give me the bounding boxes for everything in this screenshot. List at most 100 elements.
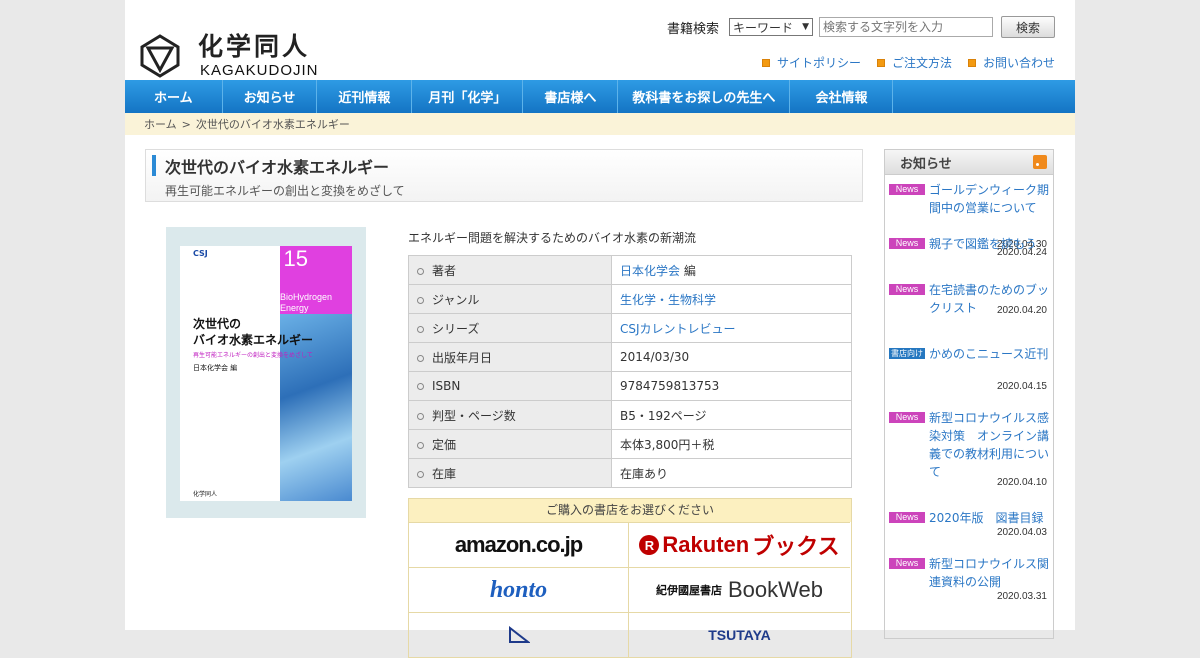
page-subtitle: 再生可能エネルギーの創出と変換をめざして xyxy=(165,184,405,198)
order-method-link[interactable]: ご注文方法 xyxy=(876,54,952,71)
nav-monthly-kagaku[interactable]: 月刊「化学」 xyxy=(412,80,524,113)
bullet-icon xyxy=(876,58,885,67)
news-tag: News xyxy=(889,512,925,523)
table-row: 在庫 在庫あり xyxy=(408,458,852,488)
news-list: News ゴールデンウィーク期間中の営業について 2020.04.30 News… xyxy=(885,175,1053,617)
list-item: News 2020年版 図書目録 2020.04.03 xyxy=(889,507,1053,553)
title-accent-bar xyxy=(152,155,156,176)
nav-company[interactable]: 会社情報 xyxy=(790,80,894,113)
page-title: 次世代のバイオ水素エネルギー xyxy=(165,158,390,177)
news-date: 2020.04.24 xyxy=(996,247,1047,258)
news-tag: News xyxy=(889,184,925,195)
cover-author: 日本化学会 編 xyxy=(193,364,238,372)
news-sidebar: お知らせ News ゴールデンウィーク期間中の営業について 2020.04.30… xyxy=(884,149,1054,639)
table-row: 出版年月日 2014/03/30 xyxy=(408,342,852,372)
nav-teachers[interactable]: 教科書をお探しの先生へ xyxy=(618,80,791,113)
search-input[interactable] xyxy=(819,17,993,37)
circle-bullet-icon xyxy=(417,470,424,478)
kinokuniya-logo: 紀伊國屋書店 BookWeb xyxy=(656,577,823,603)
table-row: 著者 日本化学会 編 xyxy=(408,255,852,285)
nav-upcoming[interactable]: 近刊情報 xyxy=(317,80,413,113)
store-logo-icon xyxy=(508,626,530,643)
news-date: 2020.03.31 xyxy=(996,591,1047,602)
breadcrumb-current: 次世代のバイオ水素エネルギー xyxy=(195,118,350,131)
logo-mark-icon xyxy=(140,34,180,78)
spec-key: ISBN xyxy=(432,379,461,393)
main-nav: ホーム お知らせ 近刊情報 月刊「化学」 書店様へ 教科書をお探しの先生へ 会社… xyxy=(125,80,1075,113)
circle-bullet-icon xyxy=(417,267,424,275)
store-rakuten[interactable]: R Rakuten ブックス xyxy=(629,522,850,567)
store-other[interactable] xyxy=(409,612,629,657)
news-date: 2020.04.10 xyxy=(996,477,1047,488)
rakuten-r-icon: R xyxy=(639,535,660,555)
genre-link[interactable]: 生化学・生物科学 xyxy=(620,293,716,307)
book-title-box: 次世代のバイオ水素エネルギー 再生可能エネルギーの創出と変換をめざして xyxy=(145,149,863,202)
cover-image: CSJ 15 BioHydrogen Energy 次世代の バイオ水素エネルギー… xyxy=(180,246,352,501)
circle-bullet-icon xyxy=(417,383,424,390)
bookweb-text: BookWeb xyxy=(728,577,823,602)
table-row: ISBN 9784759813753 xyxy=(408,371,852,401)
spec-key: 在庫 xyxy=(432,466,457,481)
series-link[interactable]: CSJカレントレビュー xyxy=(620,322,736,336)
circle-bullet-icon xyxy=(417,441,424,449)
table-row: 判型・ページ数 B5・192ページ xyxy=(408,400,852,430)
book-search: 書籍検索 キーワード ▼ 検索 xyxy=(667,16,1055,38)
news-date: 2020.04.15 xyxy=(996,381,1047,392)
spec-value: 2014/03/30 xyxy=(611,342,852,372)
site-policy-label: サイトポリシー xyxy=(776,56,861,70)
book-cover: CSJ 15 BioHydrogen Energy 次世代の バイオ水素エネルギー… xyxy=(166,227,366,518)
rakuten-logo: R Rakuten ブックス xyxy=(639,529,840,561)
list-item: 書店向け かめのこニュース近刊 2020.04.15 xyxy=(889,343,1053,407)
search-type-select[interactable]: キーワード ▼ xyxy=(729,18,813,36)
dropdown-arrow-icon: ▼ xyxy=(802,22,809,32)
utility-links: サイトポリシー ご注文方法 お問い合わせ xyxy=(761,54,1055,71)
spec-key: 出版年月日 xyxy=(432,350,493,365)
nav-home[interactable]: ホーム xyxy=(125,80,223,113)
site-logo[interactable]: 化学同人 KAGAKUDOJIN xyxy=(138,32,338,80)
contact-label: お問い合わせ xyxy=(982,56,1055,70)
store-tsutaya[interactable]: TSUTAYA xyxy=(629,612,850,657)
circle-bullet-icon xyxy=(417,412,424,420)
breadcrumb-home[interactable]: ホーム xyxy=(144,116,177,132)
news-link[interactable]: かめのこニュース近刊 xyxy=(929,345,1049,403)
honto-logo: honto xyxy=(489,576,548,603)
news-date: 2020.04.03 xyxy=(996,527,1047,538)
store-select-heading: ご購入の書店をお選びください xyxy=(409,499,851,522)
nav-bookstores[interactable]: 書店様へ xyxy=(523,80,619,113)
spec-value: 9784759813753 xyxy=(611,371,852,401)
news-tag: News xyxy=(889,412,925,423)
site-policy-link[interactable]: サイトポリシー xyxy=(761,54,861,71)
sidebar-header: お知らせ xyxy=(885,150,1053,175)
nav-news[interactable]: お知らせ xyxy=(223,80,318,113)
news-link[interactable]: 新型コロナウイルス関連資料の公開 xyxy=(929,555,1049,613)
logo-text-jp: 化学同人 xyxy=(198,32,311,61)
news-tag: News xyxy=(889,238,925,249)
cover-english-title: BioHydrogen Energy xyxy=(280,292,333,313)
logo-text-en: KAGAKUDOJIN xyxy=(200,62,319,79)
store-kinokuniya[interactable]: 紀伊國屋書店 BookWeb xyxy=(629,567,850,612)
spec-key: ジャンル xyxy=(432,292,480,307)
table-row: ジャンル 生化学・生物科学 xyxy=(408,284,852,314)
bullet-icon xyxy=(967,58,976,67)
search-button[interactable]: 検索 xyxy=(1001,16,1055,38)
spec-key: 定価 xyxy=(432,437,457,452)
store-amazon[interactable]: amazon.co.jp xyxy=(409,522,629,567)
news-tag: News xyxy=(889,558,925,569)
news-link[interactable]: 新型コロナウイルス感染対策 オンライン講義での教材利用について xyxy=(929,409,1049,503)
store-honto[interactable]: honto xyxy=(409,567,629,612)
rss-icon[interactable] xyxy=(1033,155,1047,169)
rakuten-books-text: ブックス xyxy=(752,534,840,559)
author-link[interactable]: 日本化学会 xyxy=(620,264,680,278)
circle-bullet-icon xyxy=(417,325,424,333)
page: 化学同人 KAGAKUDOJIN 書籍検索 キーワード ▼ 検索 サイトポリシー… xyxy=(125,0,1075,658)
table-row: シリーズ CSJカレントレビュー xyxy=(408,313,852,343)
bullet-icon xyxy=(761,58,770,67)
spec-value: 在庫あり xyxy=(611,458,852,488)
cover-title-line2: バイオ水素エネルギー xyxy=(193,333,314,347)
news-tag: News xyxy=(889,284,925,295)
cover-series-mark: CSJ xyxy=(193,249,208,258)
spec-key: 判型・ページ数 xyxy=(432,408,516,423)
news-link[interactable]: ゴールデンウィーク期間中の営業について xyxy=(929,181,1049,229)
list-item: News 在宅読書のためのブックリスト 2020.04.20 xyxy=(889,279,1053,343)
contact-link[interactable]: お問い合わせ xyxy=(967,54,1055,71)
